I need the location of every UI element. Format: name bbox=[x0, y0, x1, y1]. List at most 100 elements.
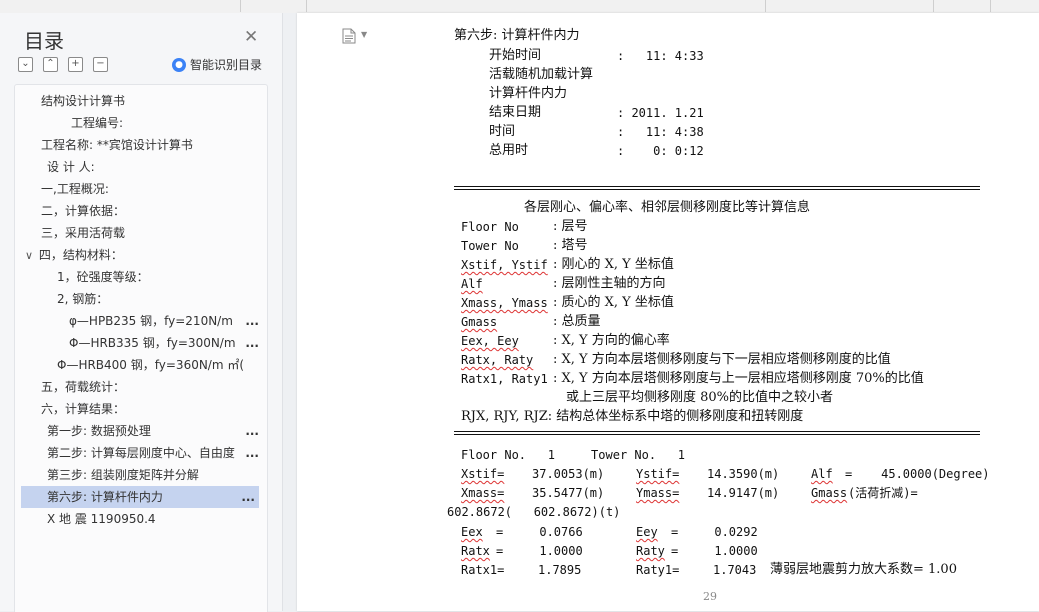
toc-item-label: 第二步: 计算每层刚度中心、自由度 bbox=[47, 446, 235, 460]
xstif-value: 37.0053(m) bbox=[532, 467, 605, 481]
def-key: Eex, Eey bbox=[461, 334, 519, 348]
toc-item-label: 工程名称: **宾馆设计计算书 bbox=[41, 138, 193, 152]
toc-item[interactable]: 设 计 人: bbox=[47, 156, 95, 178]
rjx-line: RJX, RJY, RJZ: 结构总体坐标系中塔的侧移刚度和扭转刚度 bbox=[461, 409, 804, 424]
toc-item-label: 第六步: 计算杆件内力 bbox=[47, 490, 163, 504]
def-desc: : 质心的 X, Y 坐标值 bbox=[553, 295, 674, 310]
toc-item[interactable]: 一,工程概况: bbox=[41, 178, 109, 200]
smart-toc-button[interactable]: ● 智能识别目录 bbox=[172, 56, 262, 73]
ymass-value: 14.9147(m) bbox=[707, 486, 780, 500]
floor-tower-line: Floor No. 1 Tower No. 1 bbox=[461, 448, 685, 462]
toc-item[interactable]: 六，计算结果： bbox=[41, 398, 125, 420]
sidebar-title: 目录 bbox=[24, 29, 64, 53]
collapse-up-icon[interactable]: ⌃ bbox=[43, 57, 58, 72]
toc-item[interactable]: 五，荷载统计： bbox=[41, 376, 125, 398]
toc-item[interactable]: 三，采用活荷载 bbox=[41, 222, 125, 244]
eex-value: = 0.0766 bbox=[496, 525, 583, 539]
end-date-label: 结束日期 bbox=[489, 105, 542, 120]
toc-item-label: 第三步: 组装刚度矩阵并分解 bbox=[47, 468, 199, 482]
raty1-key: Raty1= bbox=[636, 563, 680, 577]
gmass-key: Gmass bbox=[811, 486, 848, 500]
xmass-key: Xmass= bbox=[461, 486, 505, 500]
def-key: Xstif, Ystif bbox=[461, 258, 548, 272]
time-value: : 11: 4:38 bbox=[617, 125, 704, 139]
toc-controls: ⌄ ⌃ + − bbox=[18, 57, 108, 73]
def-desc: : X, Y 方向本层塔侧移刚度与下一层相应塔侧移刚度的比值 bbox=[553, 352, 891, 367]
xstif-key: Xstif= bbox=[461, 467, 505, 481]
raty1-value: 1.7043 bbox=[713, 563, 757, 577]
toc-item-more: ... bbox=[245, 446, 259, 460]
toc-item-label: 设 计 人: bbox=[47, 160, 95, 174]
def-desc: : 塔号 bbox=[553, 238, 588, 253]
alf-key: Alf bbox=[811, 467, 833, 481]
double-rule-bottom bbox=[454, 431, 980, 432]
toc-item-label: 三，采用活荷载 bbox=[41, 226, 126, 240]
toc-item-label: φ—HPB235 钢，fy=210N/m bbox=[69, 314, 233, 328]
dropdown-caret-icon[interactable]: ▼ bbox=[361, 30, 367, 39]
toc-item-label: Φ—HRB335 钢，fy=300N/m bbox=[69, 336, 236, 350]
toc-item[interactable]: X 地 震 1190950.4 bbox=[47, 508, 156, 530]
eey-value: = 0.0292 bbox=[671, 525, 758, 539]
top-strip-divider bbox=[240, 0, 241, 12]
toc-item[interactable]: 二，计算依据： bbox=[41, 200, 125, 222]
gmass-value: (活荷折减)= bbox=[848, 486, 918, 500]
gmass-value-line2: 602.8672( 602.8672)(t) bbox=[447, 505, 621, 519]
raty-key: Raty bbox=[636, 544, 665, 558]
document-page: ▼ 第六步: 计算杆件内力 开始时间 : 11: 4:33 活载随机加载计算 计… bbox=[297, 13, 1039, 611]
double-rule-bottom bbox=[454, 434, 980, 435]
section-title: 各层刚心、偏心率、相邻层侧移刚度比等计算信息 bbox=[524, 200, 811, 215]
ystif-value: 14.3590(m) bbox=[707, 467, 780, 481]
chevron-down-icon[interactable]: ∨ bbox=[25, 249, 33, 262]
document-area: ▼ 第六步: 计算杆件内力 开始时间 : 11: 4:33 活载随机加载计算 计… bbox=[283, 13, 1039, 611]
def-key: Ratx1, Raty1 bbox=[461, 372, 548, 386]
step-title: 第六步: 计算杆件内力 bbox=[454, 28, 580, 43]
top-strip-divider bbox=[933, 0, 934, 12]
toc-item[interactable]: 工程编号: bbox=[71, 112, 123, 134]
def-key: Alf bbox=[461, 277, 483, 291]
live-load-text: 活载随机加载计算 bbox=[489, 67, 594, 82]
toc-item[interactable]: 第三步: 组装刚度矩阵并分解 bbox=[47, 464, 199, 486]
smart-recognize-icon: ● bbox=[172, 57, 186, 72]
toc-item[interactable]: 第二步: 计算每层刚度中心、自由度... bbox=[47, 442, 259, 464]
plus-icon[interactable]: + bbox=[68, 57, 83, 72]
toc-item[interactable]: φ—HPB235 钢，fy=210N/m... bbox=[69, 310, 259, 332]
top-strip bbox=[0, 0, 1039, 14]
toc-item-more: ... bbox=[245, 336, 259, 350]
calc-force-text: 计算杆件内力 bbox=[489, 86, 568, 101]
toc-item[interactable]: Φ—HRB400 钢，fy=360N/m ㎡( bbox=[57, 354, 259, 376]
raty-value: = 1.0000 bbox=[671, 544, 758, 558]
minus-icon[interactable]: − bbox=[93, 57, 108, 72]
toc-item[interactable]: 2, 钢筋： bbox=[57, 288, 108, 310]
def-key: Ratx, Raty bbox=[461, 353, 534, 367]
toc-list: 结构设计计算书 工程编号: 工程名称: **宾馆设计计算书 设 计 人: 一,工… bbox=[14, 84, 268, 612]
toc-item[interactable]: 结构设计计算书 bbox=[41, 90, 125, 112]
toc-item-label: X 地 震 1190950.4 bbox=[47, 512, 156, 526]
def-desc: : 刚心的 X, Y 坐标值 bbox=[553, 257, 674, 272]
double-rule-top bbox=[454, 186, 980, 187]
toc-item-more: ... bbox=[245, 314, 259, 328]
def-key: Tower No bbox=[461, 239, 519, 253]
toc-item[interactable]: Φ—HRB335 钢，fy=300N/m... bbox=[69, 332, 259, 354]
toc-item-label: 六，计算结果： bbox=[41, 402, 126, 416]
toc-item-label: 第一步: 数据预处理 bbox=[47, 424, 151, 438]
toc-item-more: ... bbox=[241, 490, 255, 504]
expand-down-icon[interactable]: ⌄ bbox=[18, 57, 33, 72]
document-icon[interactable] bbox=[342, 28, 356, 44]
toc-item-more: ... bbox=[245, 424, 259, 438]
toc-item-label: 二，计算依据： bbox=[41, 204, 126, 218]
def-desc: : X, Y 方向本层塔侧移刚度与上一层相应塔侧移刚度 70%的比值 bbox=[553, 371, 924, 386]
double-rule-top bbox=[454, 189, 980, 190]
page-number: 29 bbox=[703, 590, 717, 603]
toc-item-selected[interactable]: 第六步: 计算杆件内力... bbox=[21, 486, 259, 508]
end-date-value: : 2011. 1.21 bbox=[617, 106, 704, 120]
close-icon[interactable]: ✕ bbox=[244, 27, 258, 47]
toc-item[interactable]: 第一步: 数据预处理... bbox=[47, 420, 259, 442]
toc-item[interactable]: 工程名称: **宾馆设计计算书 bbox=[41, 134, 193, 156]
toc-sidebar: 目录 ✕ ⌄ ⌃ + − ● 智能识别目录 结构设计计算书 工程编号: 工程名称… bbox=[0, 13, 283, 612]
toc-item[interactable]: ∨ 四，结构材料： bbox=[25, 244, 265, 266]
toc-item-label: 五，荷载统计： bbox=[41, 380, 126, 394]
toc-item[interactable]: 1，砼强度等级： bbox=[57, 266, 149, 288]
def-key: Xmass, Ymass bbox=[461, 296, 548, 310]
toc-item-label: 1，砼强度等级： bbox=[57, 270, 149, 284]
ystif-key: Ystif= bbox=[636, 467, 680, 481]
